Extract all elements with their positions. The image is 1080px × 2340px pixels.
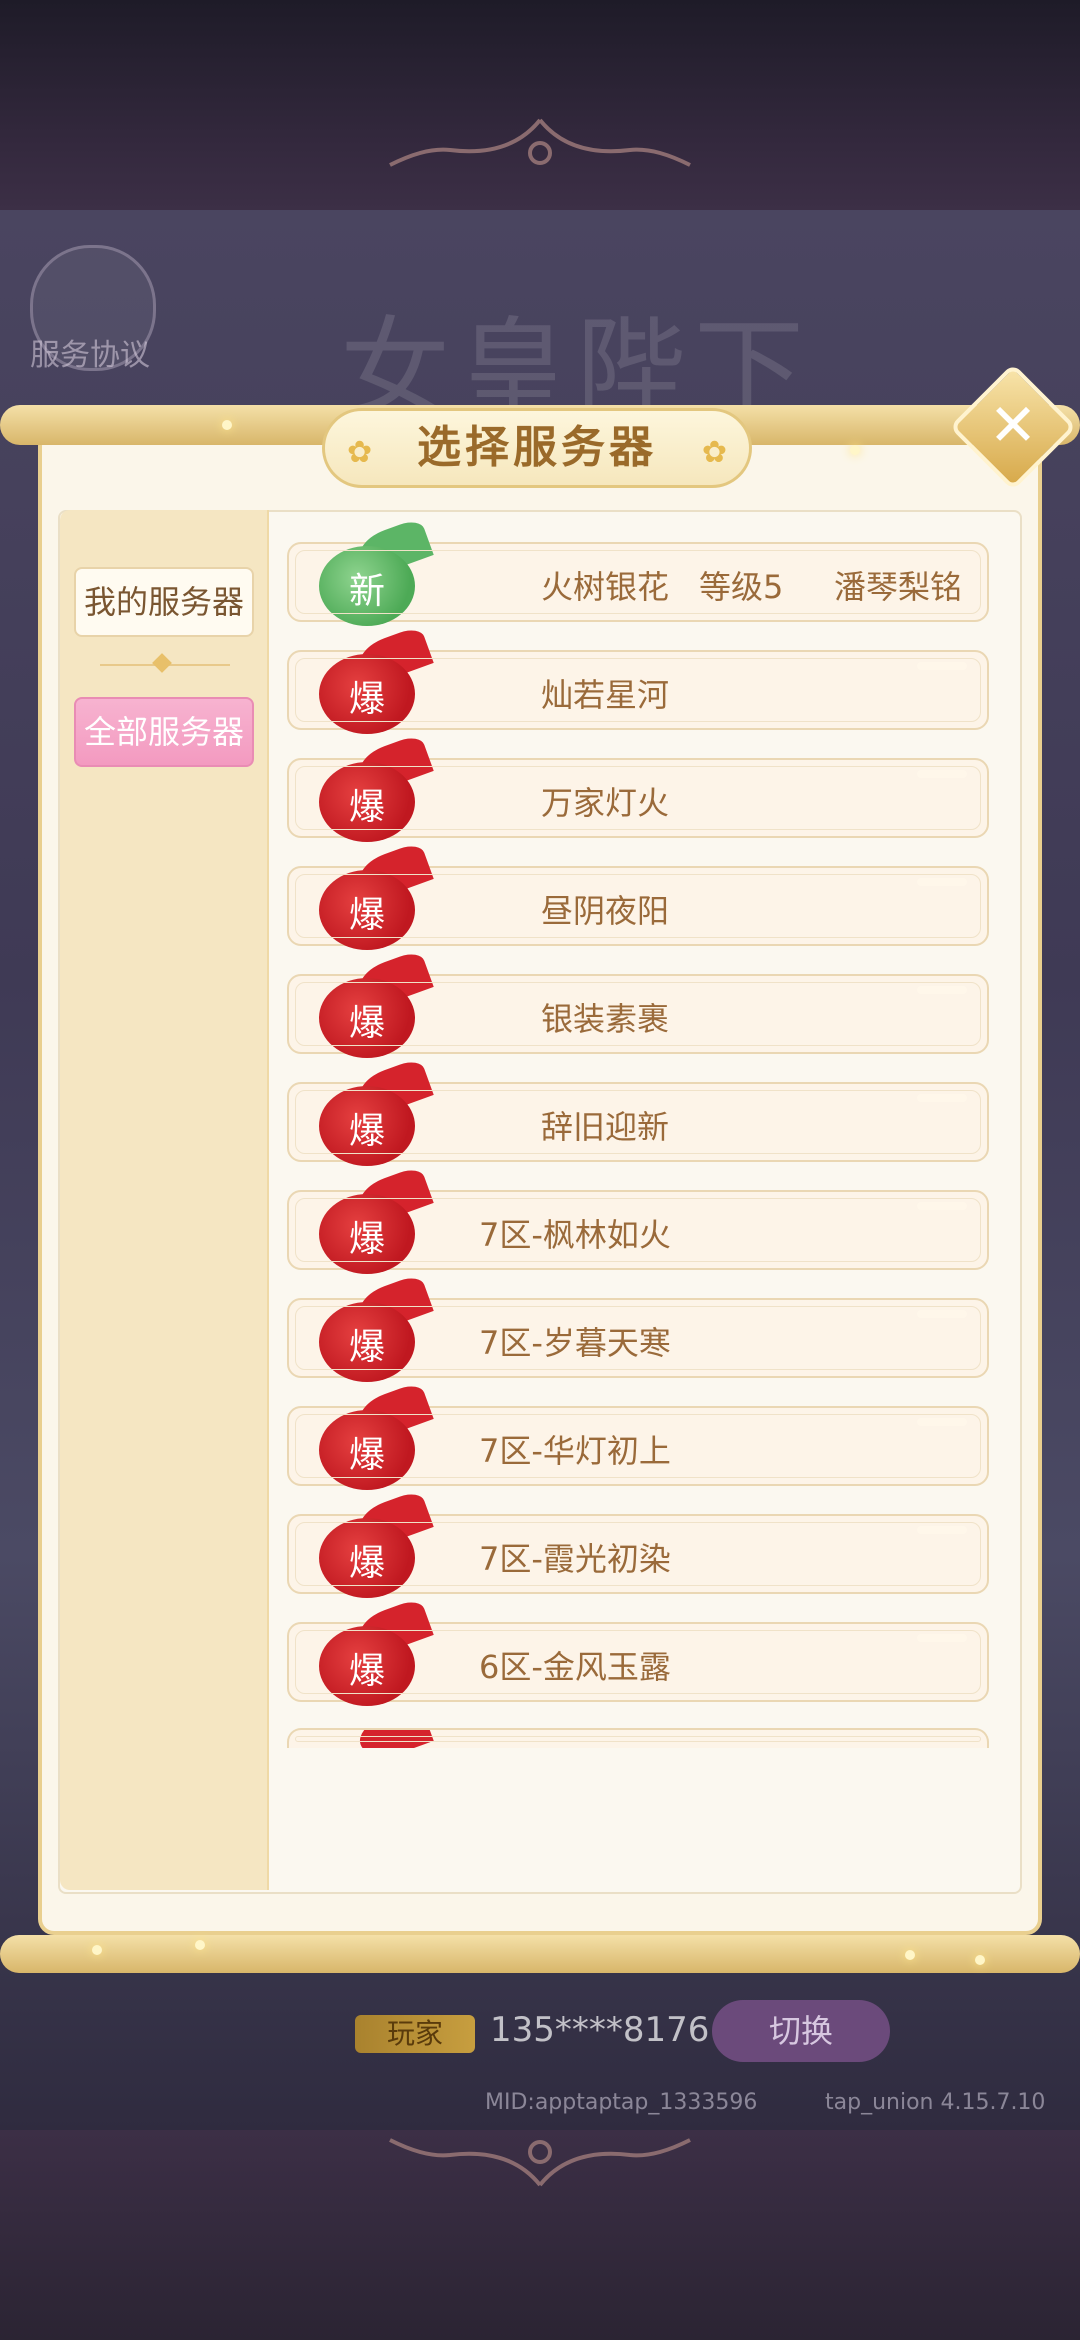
- top-ornament-icon: [389, 118, 691, 167]
- hot-badge-icon: 爆: [319, 949, 434, 1064]
- server-name: 火树银花: [541, 568, 670, 606]
- server-name: 7区-岁暮天寒: [479, 1324, 671, 1362]
- hot-badge-icon: 爆: [319, 841, 434, 956]
- dialog-title: 选择服务器: [417, 422, 657, 473]
- server-name: 7区-霞光初染: [479, 1540, 671, 1578]
- version-text: tap_union 4.15.7.10: [825, 2090, 1046, 2115]
- new-badge-icon: 新: [319, 517, 434, 632]
- player-label: 玩家: [355, 2015, 475, 2053]
- server-row-partial[interactable]: [287, 1728, 989, 1748]
- hot-badge-icon: 爆: [319, 1165, 434, 1280]
- switch-account-button[interactable]: 切换: [712, 2000, 890, 2062]
- server-row[interactable]: 爆 7区-枫林如火: [287, 1165, 989, 1274]
- sparkle-icon: [92, 1945, 102, 1955]
- hot-badge-icon: [319, 1730, 434, 1748]
- close-icon[interactable]: ✕: [980, 392, 1046, 458]
- hot-badge-icon: 爆: [319, 1597, 434, 1712]
- dialog-title-plate: ✿ 选择服务器 ✿: [322, 408, 752, 488]
- server-row[interactable]: 爆 7区-霞光初染: [287, 1489, 989, 1598]
- flower-icon: ✿: [701, 435, 727, 470]
- tab-all-servers[interactable]: 全部服务器: [74, 697, 254, 767]
- top-banner: [0, 0, 1080, 210]
- server-row[interactable]: 爆 灿若星河: [287, 625, 989, 734]
- server-row[interactable]: 新 火树银花 等级5 潘琴梨铭: [287, 517, 989, 626]
- server-name: 灿若星河: [541, 676, 670, 714]
- server-name: 万家灯火: [541, 784, 670, 822]
- service-agreement-label[interactable]: 服务协议: [30, 330, 150, 374]
- account-number: 135****8176: [490, 2010, 710, 2050]
- server-row[interactable]: 爆 辞旧迎新: [287, 1057, 989, 1166]
- hot-badge-icon: 爆: [319, 1489, 434, 1604]
- dialog-bottom-rail: [0, 1935, 1080, 1973]
- sparkle-icon: [222, 420, 232, 430]
- server-row[interactable]: 爆 6区-金风玉露: [287, 1597, 989, 1706]
- sparkle-icon: [975, 1955, 985, 1965]
- bottom-ornament-icon: [389, 2138, 691, 2187]
- server-name: 6区-金风玉露: [479, 1648, 671, 1686]
- server-name: 7区-华灯初上: [479, 1432, 671, 1470]
- server-row[interactable]: 爆 银装素裹: [287, 949, 989, 1058]
- server-row[interactable]: 爆 7区-华灯初上: [287, 1381, 989, 1490]
- hot-badge-icon: 爆: [319, 733, 434, 848]
- hot-badge-icon: 爆: [319, 1381, 434, 1496]
- server-row[interactable]: 爆 昼阴夜阳: [287, 841, 989, 950]
- sparkle-icon: [850, 445, 860, 455]
- server-row[interactable]: 爆 万家灯火: [287, 733, 989, 842]
- server-name: 辞旧迎新: [541, 1108, 670, 1146]
- server-name: 银装素裹: [541, 1000, 670, 1038]
- player-name: 潘琴梨铭: [834, 568, 963, 606]
- flower-icon: ✿: [347, 435, 373, 470]
- server-name: 昼阴夜阳: [541, 892, 670, 930]
- hot-badge-icon: 爆: [319, 625, 434, 740]
- hot-badge-icon: 爆: [319, 1057, 434, 1172]
- server-name: 7区-枫林如火: [479, 1216, 671, 1254]
- mid-text: MID:apptaptap_1333596: [485, 2090, 758, 2115]
- hot-badge-icon: 爆: [319, 1273, 434, 1388]
- sparkle-icon: [195, 1940, 205, 1950]
- server-row[interactable]: 爆 7区-岁暮天寒: [287, 1273, 989, 1382]
- sparkle-icon: [905, 1950, 915, 1960]
- server-level: 等级5: [699, 568, 784, 606]
- tab-my-servers[interactable]: 我的服务器: [74, 567, 254, 637]
